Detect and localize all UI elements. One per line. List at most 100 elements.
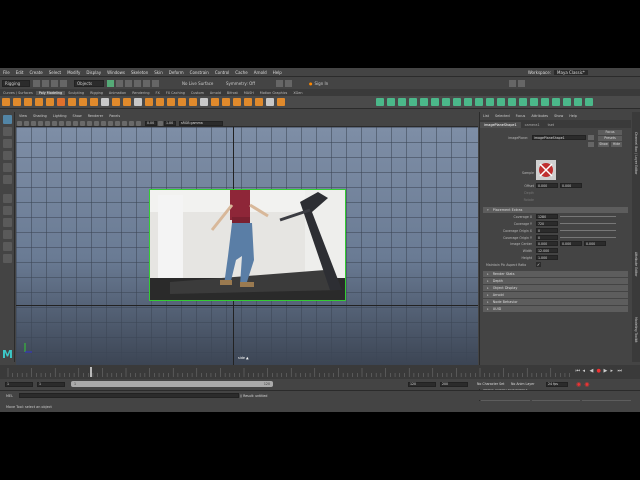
play-back-icon[interactable]: ◀: [590, 368, 596, 374]
shelf-tool-31-icon[interactable]: [420, 98, 428, 106]
exposure-icon[interactable]: [158, 120, 163, 126]
menu-skeleton[interactable]: Skeleton: [128, 70, 151, 75]
film-gate-icon[interactable]: [52, 120, 57, 126]
menu-cache[interactable]: Cache: [232, 70, 250, 75]
shelf-tool-10-icon[interactable]: [100, 98, 109, 106]
shelf-tool-6-icon[interactable]: [56, 98, 65, 106]
undo-icon[interactable]: [51, 79, 58, 87]
shelf-tool-29-icon[interactable]: [398, 98, 406, 106]
select-by-hierarchy-icon[interactable]: [107, 79, 114, 87]
end-frame-field[interactable]: 200: [440, 381, 468, 387]
menuset-dropdown[interactable]: Rigging: [2, 79, 30, 87]
section-arnold[interactable]: Arnold: [483, 292, 628, 298]
paint-select-icon[interactable]: [2, 139, 12, 148]
menu-windows[interactable]: Windows: [104, 70, 128, 75]
ae-menu-selected[interactable]: Selected: [492, 114, 513, 118]
shelf-tool-19-icon[interactable]: [199, 98, 208, 106]
shelf-tab-bifrost[interactable]: Bifrost: [224, 91, 241, 95]
smooth-shade-icon[interactable]: [101, 120, 106, 126]
folder-icon[interactable]: [33, 79, 40, 87]
shelf-tool-30-icon[interactable]: [409, 98, 417, 106]
bookmark-icon[interactable]: [31, 120, 36, 126]
lasso-tool-icon[interactable]: [2, 127, 12, 136]
select-tool-icon[interactable]: [2, 115, 12, 124]
presets-button[interactable]: Presets: [598, 136, 622, 141]
shelf-tab-fx[interactable]: FX: [153, 91, 163, 95]
shelf-tool-28-icon[interactable]: [387, 98, 395, 106]
shelf-tool-27-icon[interactable]: [376, 98, 384, 106]
shadows-icon[interactable]: [122, 120, 127, 126]
coverage-row-slider[interactable]: [560, 230, 616, 231]
camera-icon[interactable]: [17, 120, 22, 126]
shelf-tool-15-icon[interactable]: [155, 98, 164, 106]
show-button[interactable]: Show: [598, 142, 609, 147]
image-plane[interactable]: [149, 189, 346, 301]
imageplane-name-field[interactable]: imagePlaneShape1: [532, 135, 586, 140]
side-tab-channel-box[interactable]: Channel Box / Layer Editor: [634, 132, 638, 174]
playback-start-field[interactable]: 1: [37, 381, 65, 387]
hide-button[interactable]: Hide: [611, 142, 622, 147]
scale-tool-icon[interactable]: [2, 175, 12, 184]
shelf-tool-32-icon[interactable]: [431, 98, 439, 106]
isolate-icon[interactable]: [129, 120, 134, 126]
shelf-tab-motion-graphics[interactable]: Motion Graphics: [257, 91, 291, 95]
shelf-tool-12-icon[interactable]: [122, 98, 131, 106]
snap-point-icon[interactable]: [143, 79, 150, 87]
move-tool-icon[interactable]: [2, 151, 12, 160]
shelf-tool-25-icon[interactable]: [265, 98, 274, 106]
shelf-tool-14-icon[interactable]: [144, 98, 153, 106]
save-icon[interactable]: [42, 79, 49, 87]
shelf-tool-1-icon[interactable]: [1, 98, 10, 106]
exposure-field[interactable]: 1.00: [164, 120, 176, 126]
shelf-tool-4-icon[interactable]: [34, 98, 43, 106]
coverage-row-slider[interactable]: [560, 223, 616, 224]
panel-menu-show[interactable]: Show: [70, 114, 85, 118]
coverage-row-slider[interactable]: [560, 216, 616, 217]
shelf-tool-44-icon[interactable]: [563, 98, 571, 106]
layout-single-icon[interactable]: [2, 194, 12, 203]
gate-mask-icon[interactable]: [66, 120, 71, 126]
side-tab-modeling-toolkit[interactable]: Modeling Toolkit: [634, 317, 638, 343]
selection-mode-dropdown[interactable]: Objects: [74, 79, 104, 87]
shelf-tool-21-icon[interactable]: [221, 98, 230, 106]
shelf-tool-3-icon[interactable]: [23, 98, 32, 106]
coverage-row-slider[interactable]: [560, 237, 616, 238]
menu-modify[interactable]: Modify: [64, 70, 83, 75]
ae-menu-focus[interactable]: Focus: [513, 114, 529, 118]
shelf-tool-45-icon[interactable]: [574, 98, 582, 106]
layout-two-icon[interactable]: [2, 218, 12, 227]
shelf-tab-mash[interactable]: MASH: [241, 91, 257, 95]
panel-menu-renderer[interactable]: Renderer: [85, 114, 106, 118]
shelf-tool-39-icon[interactable]: [508, 98, 516, 106]
image-center-z-field[interactable]: 0.000: [584, 241, 606, 246]
step-forward-icon[interactable]: ▸: [611, 368, 617, 374]
shelf-tool-46-icon[interactable]: [585, 98, 593, 106]
time-slider[interactable]: ⏮ ◂ ◀ ● ▶ ▸ ⏭: [0, 365, 640, 379]
step-back-icon[interactable]: ◂: [583, 368, 589, 374]
wireframe-icon[interactable]: [94, 120, 99, 126]
snap-view-icon[interactable]: [152, 79, 159, 87]
menu-constrain[interactable]: Constrain: [187, 70, 212, 75]
image-center-x-field[interactable]: 0.000: [536, 241, 558, 246]
live-surface-dropdown[interactable]: No Live Surface: [180, 79, 220, 87]
shelf-tool-36-icon[interactable]: [475, 98, 483, 106]
offset-x-field[interactable]: 0.000: [536, 183, 558, 188]
ae-menu-list[interactable]: List: [480, 114, 492, 118]
shelf-tab-curves-surfaces[interactable]: Curves / Surfaces: [0, 91, 36, 95]
shelf-tool-5-icon[interactable]: [45, 98, 54, 106]
play-forward-icon[interactable]: ▶: [604, 368, 610, 374]
shelf-tab-rendering[interactable]: Rendering: [129, 91, 152, 95]
shelf-tool-9-icon[interactable]: [89, 98, 98, 106]
panel-menu-lighting[interactable]: Lighting: [50, 114, 70, 118]
snap-curve-icon[interactable]: [134, 79, 141, 87]
auto-key-icon[interactable]: ◉: [576, 381, 581, 388]
color-space-dropdown[interactable]: sRGB gamma: [179, 120, 223, 126]
shelf-tool-35-icon[interactable]: [464, 98, 472, 106]
shelf-tool-38-icon[interactable]: [497, 98, 505, 106]
shelf-tool-42-icon[interactable]: [541, 98, 549, 106]
shelf-tool-18-icon[interactable]: [188, 98, 197, 106]
ae-menu-show[interactable]: Show: [551, 114, 566, 118]
shelf-tab-xgen[interactable]: XGen: [290, 91, 305, 95]
shelf-tool-17-icon[interactable]: [177, 98, 186, 106]
channel-box-icon[interactable]: [518, 79, 525, 87]
